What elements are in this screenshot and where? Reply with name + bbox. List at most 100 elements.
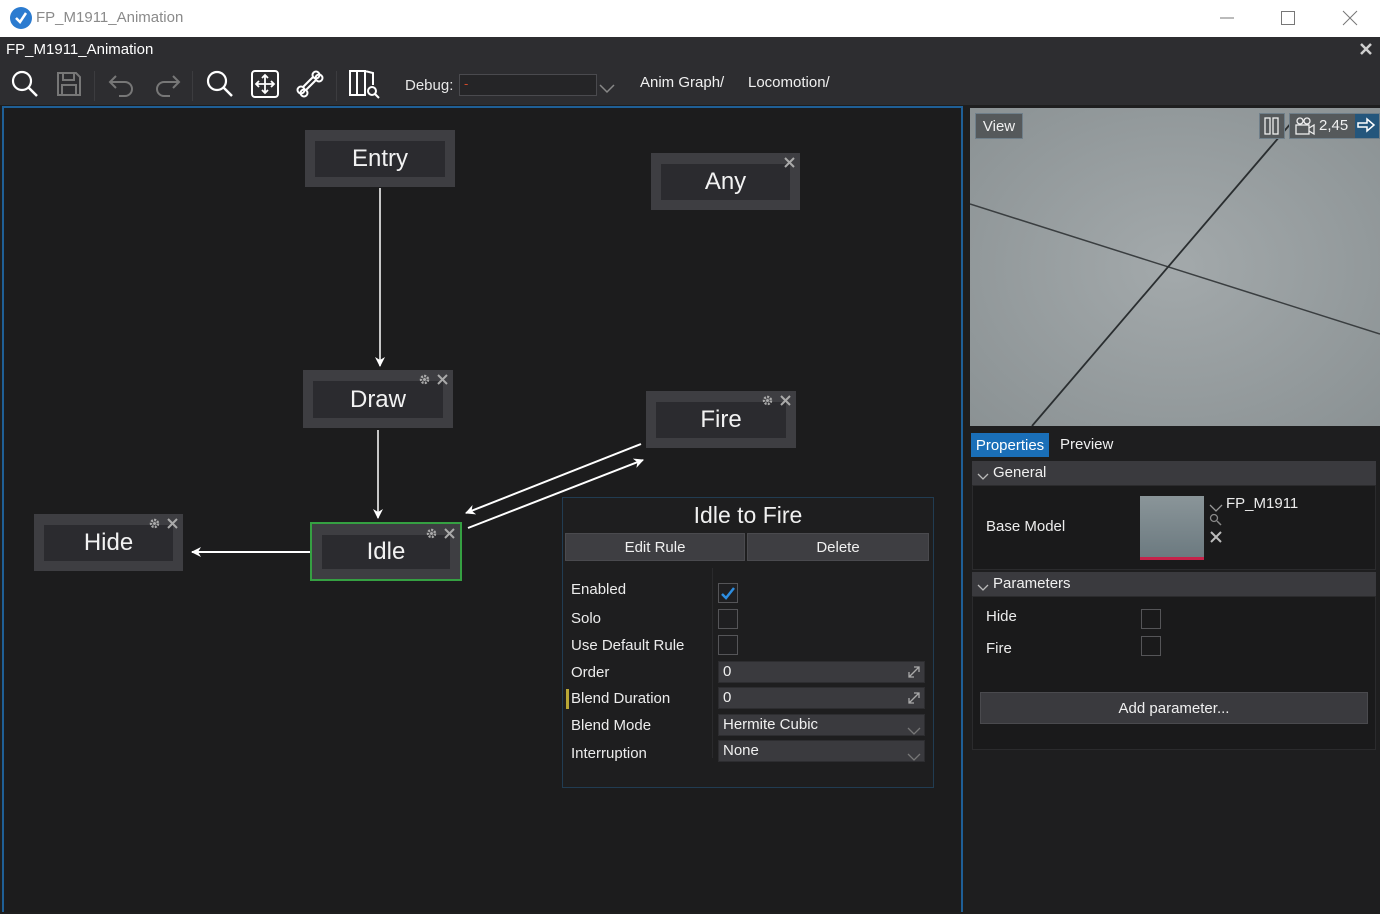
gear-icon[interactable] bbox=[148, 517, 161, 530]
interruption-value: None bbox=[723, 742, 759, 759]
blend-mode-label: Blend Mode bbox=[571, 717, 652, 734]
camera-speed-control[interactable]: 2,45 bbox=[1289, 113, 1380, 139]
debug-label: Debug: bbox=[405, 77, 454, 94]
close-editor-button[interactable] bbox=[1358, 41, 1374, 57]
fit-view-button[interactable] bbox=[248, 69, 282, 103]
tab-preview[interactable]: Preview bbox=[1060, 436, 1113, 453]
breadcrumb-anim-graph[interactable]: Anim Graph/ bbox=[640, 74, 724, 91]
blend-duration-input[interactable]: 0 bbox=[718, 687, 925, 709]
chevron-down-icon bbox=[907, 721, 921, 741]
state-node-entry[interactable]: Entry bbox=[305, 130, 455, 187]
state-machine-graph[interactable]: Entry Any Draw Fire Hide Idle Idle to Fi… bbox=[2, 106, 963, 912]
camera-options-button[interactable] bbox=[1355, 114, 1379, 138]
gear-icon[interactable] bbox=[418, 373, 431, 386]
order-value: 0 bbox=[723, 663, 732, 680]
transition-properties-popup: Idle to Fire Edit Rule Delete Enabled So… bbox=[562, 497, 934, 788]
undo-button[interactable] bbox=[105, 69, 139, 103]
right-panel: View 2,45 Properties Preview General Bas… bbox=[968, 106, 1380, 912]
chevron-down-icon bbox=[977, 468, 989, 485]
delete-transition-button[interactable]: Delete bbox=[747, 533, 929, 561]
editor-header: FP_M1911_Animation Debug: - Anim Graph/ … bbox=[0, 37, 1380, 105]
docs-search-icon bbox=[347, 67, 381, 106]
state-node-any[interactable]: Any bbox=[651, 153, 800, 210]
gear-icon[interactable] bbox=[761, 394, 774, 407]
general-group-header[interactable]: General bbox=[972, 461, 1376, 485]
parameter-checkbox-fire[interactable] bbox=[1141, 636, 1161, 656]
solo-checkbox[interactable] bbox=[718, 609, 738, 629]
search-icon bbox=[10, 69, 40, 104]
minimize-button[interactable] bbox=[1205, 4, 1249, 32]
arrow-right-icon bbox=[1357, 117, 1376, 133]
skeleton-button[interactable] bbox=[293, 69, 327, 103]
gear-icon[interactable] bbox=[425, 527, 438, 540]
window-title-bar: FP_M1911_Animation bbox=[0, 0, 1380, 37]
breadcrumb-locomotion[interactable]: Locomotion/ bbox=[748, 74, 830, 91]
clear-icon[interactable] bbox=[1210, 530, 1222, 548]
expand-icon[interactable] bbox=[907, 665, 921, 685]
toolbar-separator bbox=[192, 71, 193, 101]
search-icon[interactable] bbox=[1209, 513, 1222, 531]
interruption-dropdown[interactable]: None bbox=[718, 740, 925, 762]
state-node-label: Fire bbox=[656, 402, 786, 438]
search-button[interactable] bbox=[8, 69, 42, 103]
debug-dropdown[interactable]: - bbox=[459, 74, 597, 96]
state-node-fire[interactable]: Fire bbox=[646, 391, 796, 448]
pause-button[interactable] bbox=[1259, 113, 1285, 139]
camera-speed-value: 2,45 bbox=[1319, 117, 1349, 134]
base-model-value: FP_M1911 bbox=[1226, 495, 1299, 512]
use-default-rule-checkbox[interactable] bbox=[718, 635, 738, 655]
tab-properties[interactable]: Properties bbox=[971, 433, 1049, 457]
blend-mode-value: Hermite Cubic bbox=[723, 716, 819, 733]
state-node-label: Any bbox=[661, 164, 790, 200]
state-node-label: Hide bbox=[44, 525, 173, 561]
documentation-button[interactable] bbox=[347, 69, 381, 103]
enabled-label: Enabled bbox=[571, 581, 627, 598]
chevron-down-icon[interactable] bbox=[599, 81, 615, 99]
close-icon[interactable] bbox=[436, 373, 449, 386]
state-node-draw[interactable]: Draw bbox=[303, 370, 453, 428]
toolbar-separator bbox=[336, 71, 337, 101]
save-button[interactable] bbox=[52, 69, 86, 103]
parameter-label-hide: Hide bbox=[986, 608, 1017, 625]
enabled-checkbox[interactable] bbox=[718, 583, 738, 603]
order-input[interactable]: 0 bbox=[718, 661, 925, 683]
close-window-button[interactable] bbox=[1328, 4, 1372, 32]
app-logo-icon bbox=[10, 7, 32, 29]
blend-mode-dropdown[interactable]: Hermite Cubic bbox=[718, 714, 925, 736]
base-model-thumbnail[interactable] bbox=[1140, 496, 1204, 560]
debug-dropdown-value: - bbox=[464, 76, 469, 91]
close-icon[interactable] bbox=[779, 394, 792, 407]
state-node-label: Idle bbox=[322, 535, 450, 569]
state-node-label: Draw bbox=[313, 381, 443, 418]
state-node-label: Entry bbox=[315, 141, 445, 177]
view-menu-button[interactable]: View bbox=[975, 113, 1023, 139]
edit-rule-button[interactable]: Edit Rule bbox=[565, 533, 745, 561]
fit-view-icon bbox=[250, 69, 280, 104]
order-label: Order bbox=[571, 664, 610, 681]
parameter-label-fire: Fire bbox=[986, 640, 1012, 657]
blend-duration-value: 0 bbox=[723, 689, 732, 706]
editor-title: FP_M1911_Animation bbox=[6, 41, 154, 58]
maximize-button[interactable] bbox=[1266, 4, 1310, 32]
redo-icon bbox=[152, 70, 182, 103]
add-parameter-button[interactable]: Add parameter... bbox=[980, 692, 1368, 724]
state-node-hide[interactable]: Hide bbox=[34, 514, 183, 571]
redo-button[interactable] bbox=[150, 69, 184, 103]
close-icon[interactable] bbox=[166, 517, 179, 530]
bone-icon bbox=[294, 68, 326, 105]
parameter-checkbox-hide[interactable] bbox=[1141, 609, 1161, 629]
save-icon bbox=[55, 70, 83, 103]
parameters-group-label: Parameters bbox=[993, 575, 1071, 592]
zoom-button[interactable] bbox=[203, 69, 237, 103]
expand-icon[interactable] bbox=[907, 691, 921, 711]
close-icon[interactable] bbox=[783, 156, 796, 169]
parameters-group-header[interactable]: Parameters bbox=[972, 572, 1376, 596]
preview-viewport[interactable]: View 2,45 bbox=[970, 108, 1380, 426]
undo-icon bbox=[107, 70, 137, 103]
solo-label: Solo bbox=[571, 610, 602, 627]
close-icon[interactable] bbox=[443, 527, 456, 540]
chevron-down-icon bbox=[977, 579, 989, 596]
state-node-idle[interactable]: Idle bbox=[310, 522, 462, 581]
interruption-label: Interruption bbox=[571, 745, 647, 762]
property-divider bbox=[712, 568, 713, 758]
